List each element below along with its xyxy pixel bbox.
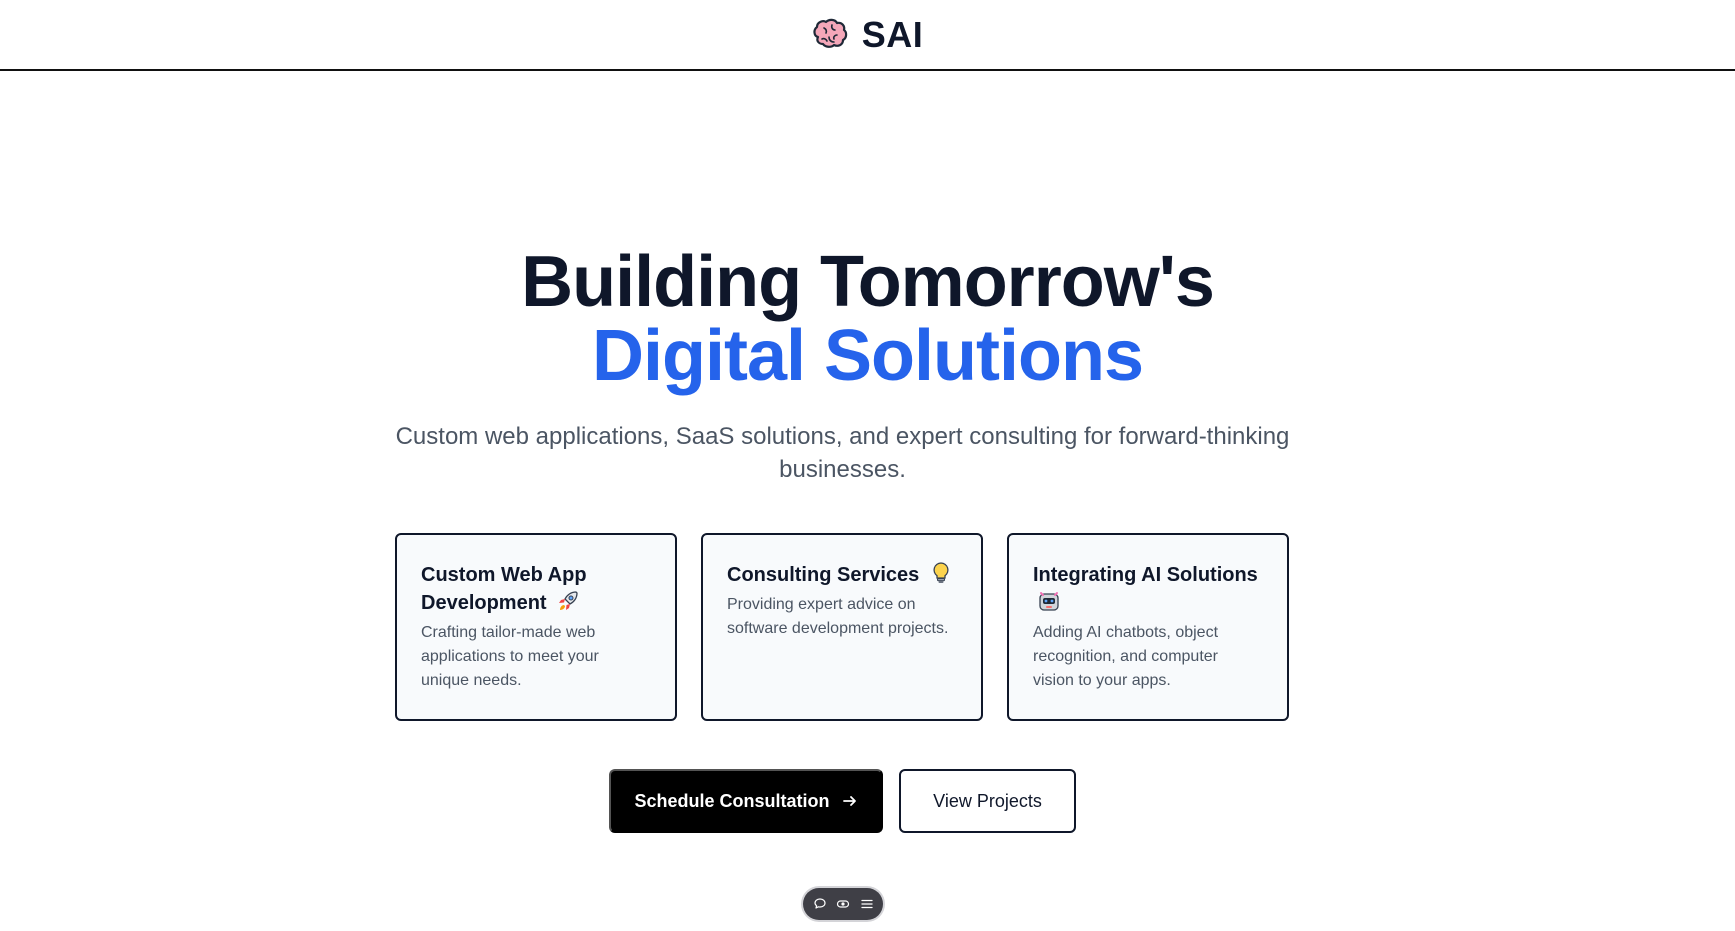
floating-toolbar — [803, 888, 883, 920]
service-title-text: Consulting Services — [727, 564, 920, 586]
hero-subtitle: Custom web applications, SaaS solutions,… — [395, 423, 1290, 483]
service-card-description: Crafting tailor-made web applications to… — [421, 624, 599, 689]
service-card-ai: Integrating AI Solutions Adding AI chatb… — [1007, 533, 1289, 721]
schedule-consultation-button[interactable]: Schedule Consultation — [609, 769, 883, 833]
brain-icon — [813, 18, 847, 48]
service-card-description: Adding AI chatbots, object recognition, … — [1033, 624, 1219, 689]
service-card-web-app: Custom Web App Development Crafting tail… — [395, 533, 677, 721]
menu-icon[interactable] — [860, 897, 874, 911]
top-navbar: SAI — [0, 0, 1735, 71]
eye-icon[interactable] — [836, 897, 850, 911]
service-card-title: Integrating AI Solutions — [1033, 561, 1263, 617]
headline-line-2: Digital Solutions — [592, 316, 1144, 396]
lightbulb-icon — [933, 562, 949, 583]
headline-line-1: Building Tomorrow's — [521, 242, 1215, 322]
schedule-consultation-label: Schedule Consultation — [634, 790, 830, 811]
arrow-right-icon — [842, 796, 856, 806]
view-projects-button[interactable]: View Projects — [899, 769, 1076, 833]
chat-icon[interactable] — [813, 897, 827, 911]
service-card-title: Consulting Services — [727, 561, 957, 589]
rocket-icon — [559, 591, 578, 610]
service-card-title: Custom Web App Development — [421, 561, 651, 617]
brand-name: SAI — [861, 13, 924, 55]
brand-logo-link[interactable]: SAI — [810, 14, 924, 56]
service-title-text: Integrating AI Solutions — [1033, 564, 1258, 586]
service-card-description: Providing expert advice on software deve… — [727, 596, 949, 637]
service-card-consulting: Consulting Services Providing expert adv… — [701, 533, 983, 721]
robot-icon — [1039, 592, 1059, 611]
view-projects-label: View Projects — [933, 790, 1042, 811]
hero-section: Building Tomorrow's Digital Solutions Cu… — [0, 71, 1735, 931]
